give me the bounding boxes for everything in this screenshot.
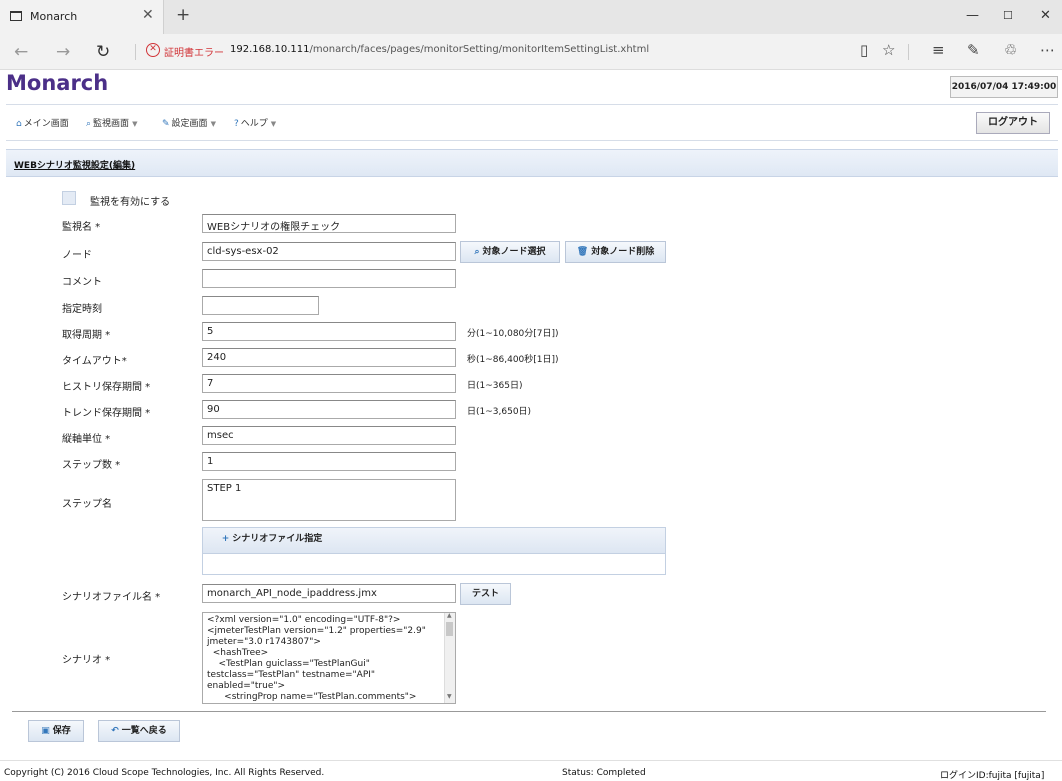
help-icon: ? — [234, 119, 239, 129]
comment-input[interactable] — [202, 269, 456, 288]
search-icon: ⌕ — [86, 119, 92, 129]
time-label: 指定時刻 — [62, 304, 102, 315]
favorite-star-icon[interactable]: ☆ — [882, 41, 895, 59]
return-arrow-icon: ↶ — [111, 726, 119, 736]
share-icon[interactable]: ♲ — [1004, 41, 1017, 59]
menu-item-help[interactable]: ? ヘルプ ▼ — [234, 116, 276, 129]
step-name-textarea[interactable]: STEP 1 — [202, 479, 456, 521]
scroll-up-icon[interactable]: ▲ — [447, 612, 452, 619]
window-close-icon[interactable]: ✕ — [1040, 8, 1051, 23]
chevron-down-icon: ▼ — [270, 120, 277, 128]
step-name-label: ステップ名 — [62, 499, 112, 510]
history-input[interactable]: 7 — [202, 374, 456, 393]
floppy-disk-icon: ▣ — [41, 726, 50, 736]
trend-input[interactable]: 90 — [202, 400, 456, 419]
step-count-label: ステップ数 * — [62, 460, 121, 471]
time-input[interactable] — [202, 296, 319, 315]
scenario-file-panel: + シナリオファイル指定 — [202, 527, 666, 575]
url-host: 192.168.10.111 — [230, 44, 310, 55]
browser-tab-bar: Monarch ✕ + — ☐ ✕ — [0, 0, 1062, 34]
forward-arrow-icon[interactable]: → — [56, 42, 70, 62]
save-button[interactable]: ▣ 保存 — [28, 720, 84, 742]
menu-item-main[interactable]: ⌂ メイン画面 — [16, 116, 69, 129]
scenario-file-panel-header: + シナリオファイル指定 — [203, 528, 665, 554]
menu-divider — [6, 140, 1058, 141]
scenario-file-button[interactable]: + シナリオファイル指定 — [205, 529, 339, 551]
app-logo: Monarch — [6, 71, 109, 95]
trash-icon: 🗑 — [576, 247, 589, 257]
footer: Copyright (C) 2016 Cloud Scope Technolog… — [0, 760, 1062, 781]
scenario-scrollbar-thumb[interactable] — [446, 622, 453, 636]
interval-input[interactable]: 5 — [202, 322, 456, 341]
cert-warning-icon[interactable]: ✕ — [146, 43, 160, 57]
web-note-icon[interactable]: ✎ — [967, 41, 980, 59]
tab-page-icon — [10, 11, 22, 21]
delete-node-button[interactable]: 🗑 対象ノード削除 — [565, 241, 666, 263]
url-path: /monarch/faces/pages/monitorSetting/moni… — [309, 44, 650, 55]
timeout-label: タイムアウト* — [62, 356, 127, 367]
login-id-text: ログインID:fujita [fujita] — [940, 771, 1045, 781]
history-hint: 日(1~365日) — [467, 381, 523, 391]
monitor-name-label: 監視名 * — [62, 222, 101, 233]
toolbar-divider — [135, 44, 136, 60]
history-label: ヒストリ保存期間 * — [62, 382, 151, 393]
scenario-textarea[interactable]: <?xml version="1.0" encoding="UTF-8"?> <… — [202, 612, 456, 704]
plus-icon: + — [221, 534, 230, 544]
hub-icon[interactable]: ≡ — [932, 41, 945, 59]
scenario-label: シナリオ * — [62, 655, 111, 666]
select-node-button[interactable]: ⌕ 対象ノード選択 — [460, 241, 560, 263]
status-text: Status: Completed — [562, 768, 646, 778]
copyright-text: Copyright (C) 2016 Cloud Scope Technolog… — [4, 768, 325, 778]
back-arrow-icon[interactable]: ← — [14, 42, 28, 62]
trend-label: トレンド保存期間 * — [62, 408, 151, 419]
step-count-input[interactable]: 1 — [202, 452, 456, 471]
page-title: WEBシナリオ監視設定(編集) — [14, 161, 136, 171]
header-divider — [6, 104, 1058, 105]
chevron-down-icon: ▼ — [132, 120, 138, 128]
refresh-icon[interactable]: ↻ — [96, 42, 110, 62]
timeout-input[interactable]: 240 — [202, 348, 456, 367]
actions-divider — [12, 711, 1046, 712]
tab-title: Monarch — [30, 10, 78, 23]
scenario-file-input[interactable]: monarch_API_node_ipaddress.jmx — [202, 584, 456, 603]
wrench-icon: ✎ — [162, 119, 170, 129]
new-tab-icon[interactable]: + — [176, 5, 190, 25]
home-icon: ⌂ — [16, 119, 22, 129]
menu-item-settings[interactable]: ✎ 設定画面 ▼ — [162, 116, 216, 129]
chevron-down-icon: ▼ — [210, 120, 216, 128]
enable-monitor-label: 監視を有効にする — [90, 197, 171, 208]
test-button[interactable]: テスト — [460, 583, 511, 605]
timeout-hint: 秒(1~86,400秒[1日]) — [467, 355, 559, 365]
url-field[interactable]: 192.168.10.111/monarch/faces/pages/monit… — [230, 44, 649, 55]
scenario-file-label: シナリオファイル名 * — [62, 592, 161, 603]
toolbar-divider — [908, 44, 909, 60]
page-title-bar: WEBシナリオ監視設定(編集) — [6, 149, 1058, 177]
logout-button[interactable]: ログアウト — [976, 112, 1050, 134]
monitor-name-input[interactable]: WEBシナリオの権限チェック — [202, 214, 456, 233]
address-bar: ← → ↻ ✕ 証明書エラー 192.168.10.111/monarch/fa… — [0, 34, 1062, 70]
unit-input[interactable]: msec — [202, 426, 456, 445]
scroll-down-icon[interactable]: ▼ — [447, 693, 452, 700]
comment-label: コメント — [62, 277, 102, 288]
unit-label: 縦軸単位 * — [62, 434, 111, 445]
menu-item-monitor[interactable]: ⌕ 監視画面 ▼ — [86, 116, 137, 129]
reading-view-icon[interactable]: ▯ — [860, 41, 868, 59]
browser-tab[interactable]: Monarch ✕ — [0, 0, 164, 34]
minimize-icon[interactable]: — — [966, 8, 979, 23]
node-input[interactable]: cld-sys-esx-02 — [202, 242, 456, 261]
maximize-icon[interactable]: ☐ — [1003, 9, 1013, 22]
cert-error-label[interactable]: 証明書エラー — [164, 44, 224, 59]
enable-monitor-checkbox[interactable] — [62, 191, 76, 205]
search-icon: ⌕ — [474, 247, 480, 257]
current-datetime: 2016/07/04 17:49:00 — [950, 76, 1058, 98]
trend-hint: 日(1~3,650日) — [467, 407, 532, 417]
menu-bar: ⌂ メイン画面 ⌕ 監視画面 ▼ ✎ 設定画面 ▼ ? ヘルプ ▼ — [6, 108, 1058, 138]
more-icon[interactable]: ⋯ — [1040, 41, 1055, 59]
interval-label: 取得周期 * — [62, 330, 111, 341]
back-to-list-button[interactable]: ↶ 一覧へ戻る — [98, 720, 180, 742]
interval-hint: 分(1~10,080分[7日]) — [467, 329, 559, 339]
node-label: ノード — [62, 250, 92, 261]
close-tab-icon[interactable]: ✕ — [142, 7, 154, 23]
